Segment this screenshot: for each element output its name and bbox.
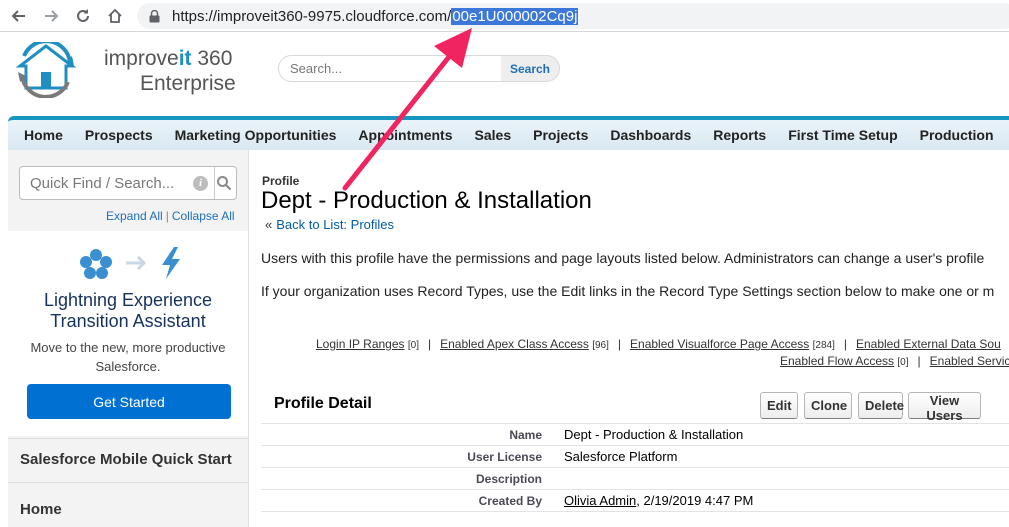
flower-icon bbox=[80, 249, 112, 279]
view-users-button[interactable]: View Users bbox=[908, 392, 981, 423]
tab-sales[interactable]: Sales bbox=[464, 120, 523, 150]
detail-value: Salesforce Platform bbox=[564, 449, 678, 464]
lightning-title: Lightning Experience Transition Assistan… bbox=[43, 290, 213, 331]
back-to-list: «Back to List: Profiles bbox=[265, 217, 394, 232]
related-link[interactable]: Enabled Visualforce Page Access bbox=[630, 337, 809, 351]
detail-label: Name bbox=[509, 428, 542, 442]
lightning-subtitle: Move to the new, more productive Salesfo… bbox=[30, 340, 226, 374]
back-raquo: « bbox=[265, 217, 273, 232]
tab-prospects[interactable]: Prospects bbox=[74, 120, 164, 150]
link-separator: | bbox=[165, 209, 169, 223]
clone-button[interactable]: Clone bbox=[804, 392, 852, 419]
browser-toolbar: https://improveit360-9975.cloudforce.com… bbox=[0, 0, 1009, 32]
page-title: Dept - Production & Installation bbox=[261, 187, 592, 214]
object-type-label: Profile bbox=[262, 174, 300, 188]
lightning-transition-icons bbox=[80, 247, 180, 279]
expand-collapse-links: Expand All | Collapse All bbox=[106, 209, 235, 223]
detail-row-name: Name Dept - Production & Installation bbox=[261, 424, 1009, 446]
right-arrow-icon bbox=[126, 255, 147, 271]
quick-find-box: i bbox=[19, 166, 237, 200]
forward-arrow-icon[interactable] bbox=[40, 5, 62, 27]
setup-sidebar: i Expand All|Collapse All Lightning Expe… bbox=[8, 150, 249, 527]
related-link[interactable]: Enabled External Data Sou bbox=[856, 337, 1001, 351]
link-separator: | bbox=[427, 337, 432, 351]
lock-icon bbox=[149, 9, 160, 22]
created-date: , 2/19/2019 4:47 PM bbox=[636, 493, 754, 508]
tab-bar: Home Prospects Marketing Opportunities A… bbox=[8, 116, 1009, 150]
global-search: Search bbox=[278, 55, 560, 82]
sidebar-item-home[interactable]: Home bbox=[8, 485, 248, 527]
tab-appointments[interactable]: Appointments bbox=[347, 120, 463, 150]
back-arrow-icon[interactable] bbox=[8, 5, 30, 27]
detail-label: Description bbox=[475, 472, 542, 486]
search-icon[interactable] bbox=[216, 175, 232, 191]
lightning-transition-card: Lightning Experience Transition Assistan… bbox=[8, 231, 248, 436]
detail-value: Olivia Admin, 2/19/2019 4:47 PM bbox=[564, 493, 753, 508]
detail-row-created-by: Created By Olivia Admin, 2/19/2019 4:47 … bbox=[261, 490, 1009, 512]
detail-value: Dept - Production & Installation bbox=[564, 427, 744, 442]
global-search-button[interactable]: Search bbox=[501, 56, 559, 81]
url-base: https://improveit360-9975.cloudforce.com… bbox=[172, 7, 452, 25]
related-link-count: [284] bbox=[812, 340, 835, 351]
expand-all-link[interactable]: Expand All bbox=[106, 209, 163, 223]
created-by-user-link[interactable]: Olivia Admin bbox=[564, 493, 636, 508]
related-link-count: [0] bbox=[407, 340, 419, 351]
back-to-list-link[interactable]: Back to List: Profiles bbox=[276, 217, 394, 232]
main-content: Profile Dept - Production & Installation… bbox=[250, 150, 1009, 527]
detail-row-user-license: User License Salesforce Platform bbox=[261, 446, 1009, 468]
related-link-count: [0] bbox=[897, 357, 909, 368]
url-selected-id: 00e1U000002Cq9j bbox=[451, 7, 579, 25]
improveit360-logo-icon[interactable] bbox=[14, 42, 78, 98]
detail-label: Created By bbox=[478, 494, 542, 508]
logo-wordmark: improveit 360 bbox=[104, 47, 233, 70]
quick-find-input[interactable] bbox=[20, 167, 200, 199]
tab-dashboards[interactable]: Dashboards bbox=[599, 120, 702, 150]
logo-edition: Enterprise bbox=[140, 72, 236, 95]
tab-reports[interactable]: Reports bbox=[702, 120, 777, 150]
get-started-button[interactable]: Get Started bbox=[27, 384, 231, 419]
description-paragraph-2: If your organization uses Record Types, … bbox=[261, 283, 995, 299]
lightning-bolt-icon bbox=[162, 247, 180, 279]
related-links-row-2: Enabled Flow Access [0] | Enabled Servic bbox=[780, 354, 1009, 368]
global-search-input[interactable] bbox=[279, 56, 501, 81]
edit-button[interactable]: Edit bbox=[760, 392, 798, 419]
tab-home[interactable]: Home bbox=[8, 120, 74, 150]
info-icon[interactable]: i bbox=[193, 176, 208, 191]
sidebar-item-mobile-quick-start[interactable]: Salesforce Mobile Quick Start bbox=[8, 438, 248, 483]
app-header: improveit 360 Enterprise Search bbox=[0, 33, 1009, 115]
tab-projects[interactable]: Projects bbox=[522, 120, 599, 150]
detail-label: User License bbox=[467, 450, 542, 464]
related-link[interactable]: Enabled Servic bbox=[930, 354, 1009, 368]
related-link[interactable]: Enabled Flow Access bbox=[780, 354, 894, 368]
reload-icon[interactable] bbox=[72, 5, 94, 27]
profile-detail-heading: Profile Detail bbox=[274, 395, 372, 412]
description-paragraph-1: Users with this profile have the permiss… bbox=[261, 250, 985, 266]
link-separator: | bbox=[843, 337, 847, 351]
tab-marketing-opportunities[interactable]: Marketing Opportunities bbox=[164, 120, 348, 150]
related-link-count: [96] bbox=[592, 340, 609, 351]
link-separator: | bbox=[917, 354, 921, 368]
quick-find-divider bbox=[214, 167, 215, 199]
link-separator: | bbox=[617, 337, 622, 351]
home-icon[interactable] bbox=[104, 5, 126, 27]
tab-production[interactable]: Production bbox=[909, 120, 1005, 150]
collapse-all-link[interactable]: Collapse All bbox=[172, 209, 235, 223]
tab-first-time-setup[interactable]: First Time Setup bbox=[777, 120, 908, 150]
related-links-row-1: Login IP Ranges [0] | Enabled Apex Class A… bbox=[316, 337, 1001, 351]
delete-button[interactable]: Delete bbox=[858, 392, 904, 419]
related-link[interactable]: Login IP Ranges bbox=[316, 337, 405, 351]
detail-row-description: Description bbox=[261, 468, 1009, 490]
address-bar[interactable]: https://improveit360-9975.cloudforce.com… bbox=[137, 3, 1009, 29]
related-link[interactable]: Enabled Apex Class Access bbox=[440, 337, 589, 351]
